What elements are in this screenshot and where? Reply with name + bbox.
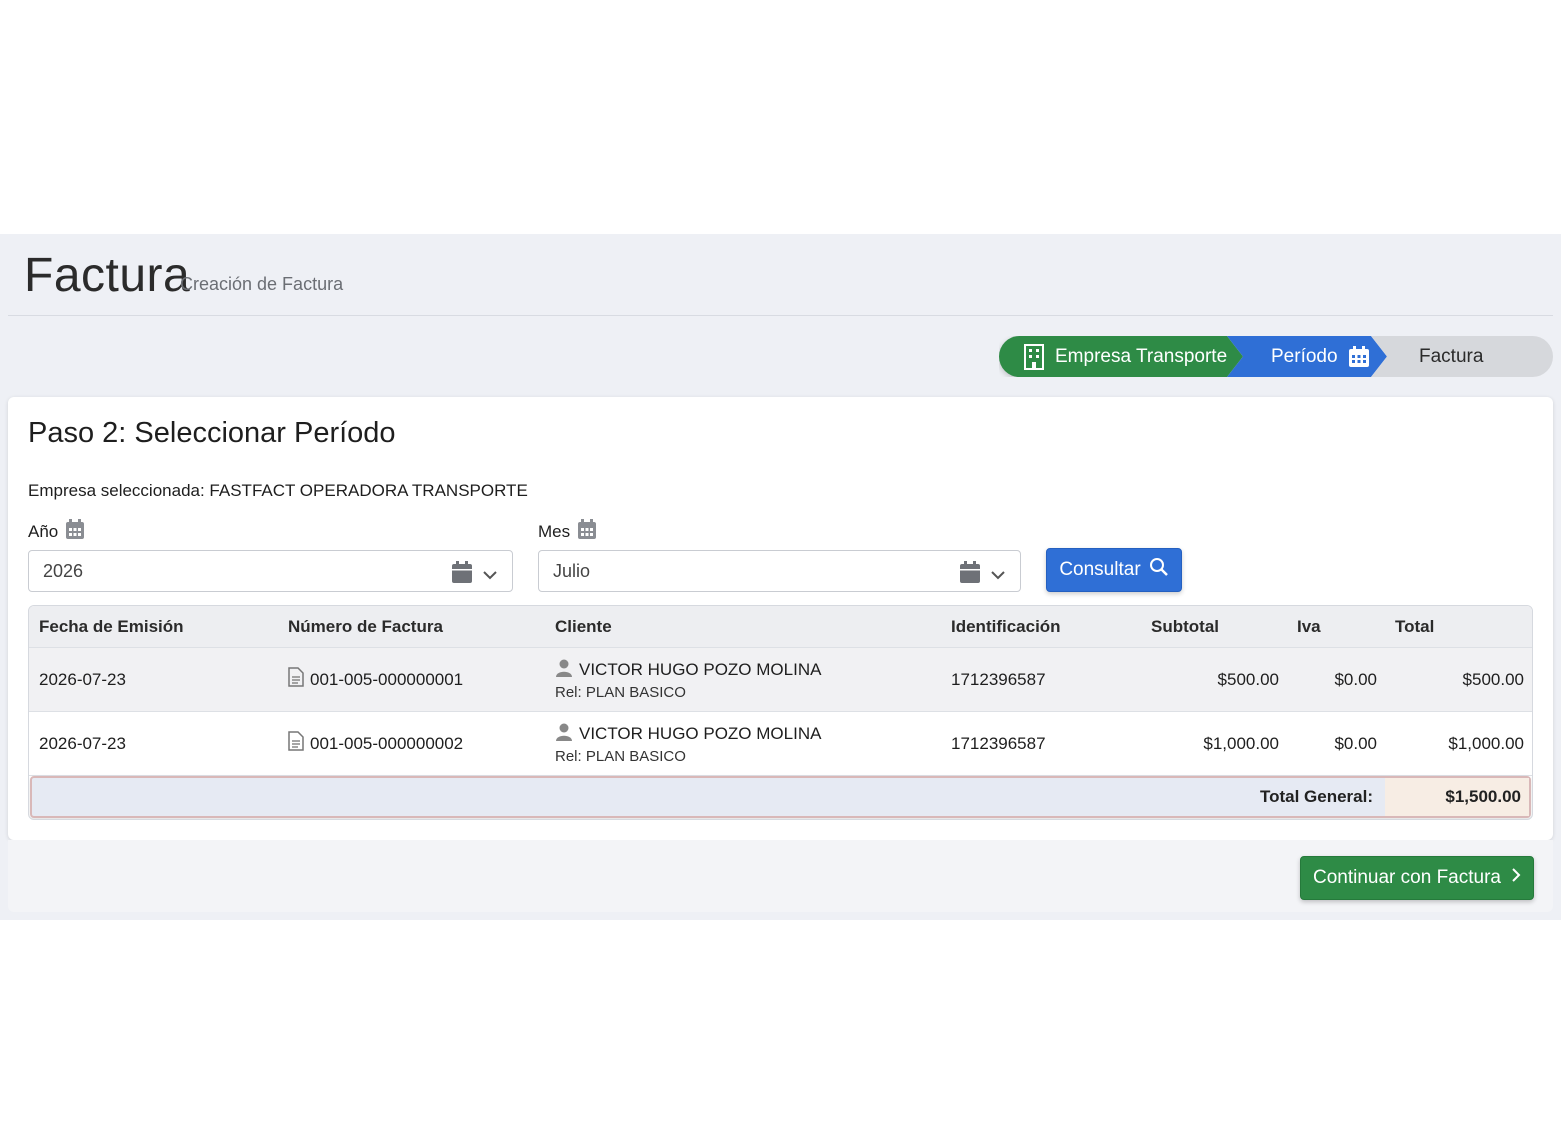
invoice-number: 001-005-000000001 [310, 669, 464, 689]
calendar-icon [1348, 345, 1370, 368]
cell-subtotal: $500.00 [1217, 669, 1279, 689]
step-label: Empresa Transporte [1055, 345, 1228, 367]
client-name: VICTOR HUGO POZO MOLINA [579, 660, 822, 679]
cell-iva: $0.00 [1334, 733, 1377, 753]
total-general-label: Total General: [1259, 787, 1373, 806]
consultar-label: Consultar [1059, 559, 1141, 580]
cell-numero: 001-005-000000002 [288, 712, 463, 775]
column-header: Número de Factura [288, 616, 443, 636]
total-general-row: Total General: $1,500.00 [30, 776, 1531, 818]
month-select[interactable]: Julio [538, 550, 1021, 592]
step-periodo[interactable]: Período [1227, 336, 1387, 377]
calendar-icon [66, 519, 85, 544]
search-icon [1149, 557, 1169, 583]
month-select-value: Julio [553, 560, 591, 581]
period-card: Paso 2: Seleccionar Período Empresa sele… [8, 397, 1553, 840]
cell-identificacion: 1712396587 [951, 669, 1046, 689]
calendar-icon [452, 561, 472, 588]
client-relation: Rel: PLAN BASICO [555, 683, 686, 701]
calendar-icon [578, 519, 597, 544]
consultar-button[interactable]: Consultar [1046, 548, 1182, 592]
cell-fecha: 2026-07-23 [39, 669, 126, 689]
building-icon [1023, 343, 1045, 370]
cell-fecha: 2026-07-23 [39, 733, 126, 753]
cell-cliente: VICTOR HUGO POZO MOLINA Rel: PLAN BASICO [555, 648, 821, 711]
cell-iva: $0.00 [1334, 669, 1377, 689]
invoices-table: Fecha de Emisión Número de Factura Clien… [28, 605, 1533, 820]
table-row[interactable]: 2026-07-23 001-005-000000002 VICTOR HUGO… [29, 712, 1532, 776]
chevron-right-icon [1511, 867, 1521, 889]
document-icon [288, 731, 304, 756]
table-header: Fecha de Emisión Número de Factura Clien… [29, 606, 1532, 648]
step-empresa-transporte[interactable]: Empresa Transporte [999, 336, 1243, 377]
year-label: Año [28, 519, 85, 544]
step-label: Período [1271, 345, 1338, 367]
calendar-icon [960, 561, 980, 588]
cell-total: $1,000.00 [1448, 733, 1524, 753]
chevron-down-icon [482, 564, 498, 585]
selected-company: Empresa seleccionada: FASTFACT OPERADORA… [28, 481, 528, 500]
column-header: Cliente [555, 616, 612, 636]
cell-cliente: VICTOR HUGO POZO MOLINA Rel: PLAN BASICO [555, 712, 821, 775]
year-select[interactable]: 2026 [28, 550, 513, 592]
column-header: Identificación [951, 616, 1061, 636]
cell-numero: 001-005-000000001 [288, 648, 463, 711]
continuar-button[interactable]: Continuar con Factura [1300, 856, 1534, 900]
cell-subtotal: $1,000.00 [1203, 733, 1279, 753]
step-label: Factura [1419, 345, 1484, 367]
column-header: Subtotal [1151, 616, 1219, 636]
table-row[interactable]: 2026-07-23 001-005-000000001 VICTOR HUGO… [29, 648, 1532, 712]
year-label-text: Año [28, 521, 59, 541]
user-icon [555, 659, 573, 682]
client-relation: Rel: PLAN BASICO [555, 747, 686, 765]
page-title: Factura [24, 249, 191, 302]
month-label: Mes [538, 519, 597, 544]
column-header: Fecha de Emisión [39, 616, 184, 636]
cell-total: $500.00 [1462, 669, 1524, 689]
client-name: VICTOR HUGO POZO MOLINA [579, 724, 822, 743]
continuar-label: Continuar con Factura [1313, 867, 1501, 888]
page-header: Factura Creación de Factura [8, 234, 1553, 316]
column-header: Total [1395, 616, 1435, 636]
wizard-stepper: Empresa Transporte Período Factura [999, 336, 1553, 377]
cell-identificacion: 1712396587 [951, 733, 1046, 753]
app-window: Factura Creación de Factura Empresa Tran… [0, 234, 1561, 920]
page-subtitle: Creación de Factura [180, 274, 344, 294]
invoice-number: 001-005-000000002 [310, 733, 464, 753]
card-title: Paso 2: Seleccionar Período [28, 417, 396, 449]
step-factura[interactable]: Factura [1371, 336, 1553, 377]
total-general-value: $1,500.00 [1385, 778, 1529, 816]
chevron-down-icon [990, 564, 1006, 585]
year-select-value: 2026 [43, 560, 84, 581]
month-label-text: Mes [538, 521, 571, 541]
user-icon [555, 723, 573, 746]
document-icon [288, 667, 304, 692]
column-header: Iva [1297, 616, 1321, 636]
